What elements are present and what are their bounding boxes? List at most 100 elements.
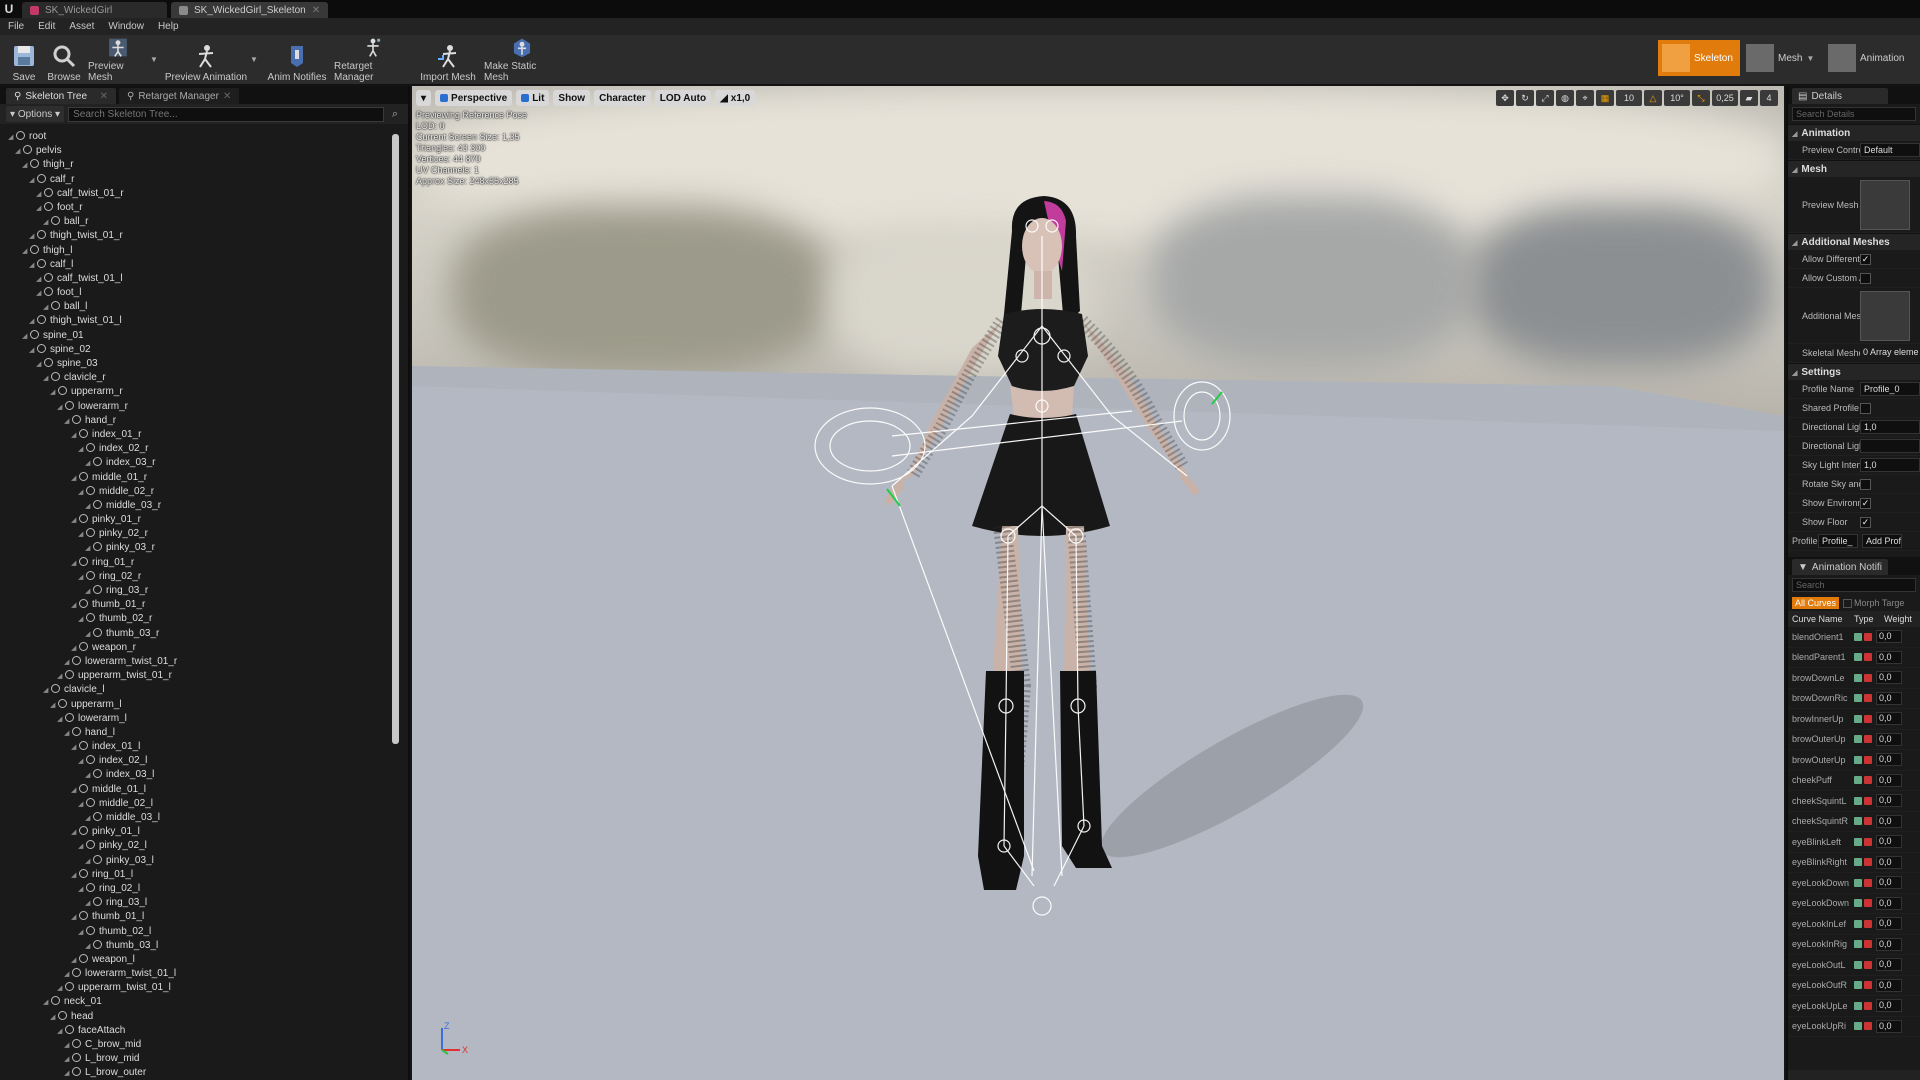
property-value[interactable] — [1860, 439, 1920, 453]
preview-mesh-button[interactable]: Preview Mesh — [88, 37, 148, 83]
curve-row[interactable]: cheekSquintL 0,0 — [1788, 791, 1920, 812]
delete-icon[interactable] — [1864, 755, 1872, 764]
expand-arrow-icon[interactable]: ◢ — [71, 741, 79, 755]
expand-arrow-icon[interactable]: ◢ — [71, 557, 79, 571]
expand-arrow-icon[interactable]: ◢ — [85, 855, 93, 869]
asset-thumbnail[interactable] — [1860, 290, 1910, 341]
delete-icon[interactable] — [1864, 919, 1872, 928]
tree-row-bone[interactable]: ◢ middle_03_r — [0, 499, 398, 513]
browse-button[interactable]: Browse — [46, 37, 82, 83]
expand-arrow-icon[interactable]: ◢ — [78, 926, 86, 940]
tree-row-bone[interactable]: ◢ upperarm_l — [0, 698, 398, 712]
expand-arrow-icon[interactable]: ◢ — [64, 1053, 72, 1067]
expand-arrow-icon[interactable]: ◢ — [57, 1025, 65, 1039]
curve-weight-input[interactable]: 0,0 — [1876, 1019, 1902, 1033]
anim-notifies-button[interactable]: Anim Notifies — [266, 37, 328, 83]
curve-weight-input[interactable]: 0,0 — [1876, 999, 1902, 1013]
delete-icon[interactable] — [1864, 1001, 1872, 1010]
tree-row-bone[interactable]: ◢ calf_twist_01_r — [0, 187, 398, 201]
curve-row[interactable]: blendParent1 0,0 — [1788, 648, 1920, 668]
delete-icon[interactable] — [1864, 653, 1872, 662]
curve-row[interactable]: eyeLookOutL 0,0 — [1788, 955, 1920, 976]
curve-weight-input[interactable]: 0,0 — [1876, 814, 1902, 828]
expand-arrow-icon[interactable]: ◢ — [71, 826, 79, 840]
rotate-icon[interactable]: ↻ — [1516, 90, 1534, 106]
camera-speed-icon[interactable]: ▰ — [1740, 90, 1758, 106]
expand-arrow-icon[interactable]: ◢ — [57, 713, 65, 727]
tree-row-bone[interactable]: ◢ spine_01 — [0, 329, 398, 343]
expand-arrow-icon[interactable]: ◢ — [85, 897, 93, 911]
tree-row-bone[interactable]: ◢ thigh_twist_01_r — [0, 229, 398, 243]
tree-row-bone[interactable]: ◢ L_brow_mid — [0, 1052, 398, 1066]
perspective-button[interactable]: Perspective — [435, 90, 513, 106]
surface-snap-icon[interactable]: ⌖ — [1576, 90, 1594, 106]
expand-arrow-icon[interactable]: ◢ — [43, 684, 51, 698]
tree-row-bone[interactable]: ◢ spine_03 — [0, 357, 398, 371]
tree-row-bone[interactable]: ◢ clavicle_r — [0, 371, 398, 385]
expand-arrow-icon[interactable]: ◢ — [15, 145, 23, 159]
rotation-snap-icon[interactable]: △ — [1644, 90, 1662, 106]
expand-arrow-icon[interactable]: ◢ — [71, 472, 79, 486]
tree-row-bone[interactable]: ◢ thumb_02_r — [0, 612, 398, 626]
tree-row-bone[interactable]: ◢ ring_01_r — [0, 556, 398, 570]
curve-weight-input[interactable]: 0,0 — [1876, 896, 1902, 910]
delete-icon[interactable] — [1864, 673, 1872, 682]
curve-weight-input[interactable]: 0,0 — [1876, 732, 1902, 746]
tree-row-bone[interactable]: ◢ index_02_l — [0, 754, 398, 768]
property-checkbox[interactable]: ✓ — [1860, 253, 1871, 265]
expand-arrow-icon[interactable]: ◢ — [78, 443, 86, 457]
tree-row-bone[interactable]: ◢ middle_01_l — [0, 783, 398, 797]
morph-checkbox[interactable] — [1843, 598, 1853, 608]
scale-snap-icon[interactable]: ⤡ — [1692, 90, 1710, 106]
grid-snap-icon[interactable]: ▦ — [1596, 90, 1614, 106]
tree-row-bone[interactable]: ◢ ball_r — [0, 215, 398, 229]
curve-row[interactable]: eyeLookUpLe 0,0 — [1788, 996, 1920, 1017]
curve-row[interactable]: browInnerUp 0,0 — [1788, 709, 1920, 730]
tree-row-bone[interactable]: ◢ pinky_01_l — [0, 825, 398, 839]
curve-row[interactable]: browOuterUp 0,0 — [1788, 750, 1920, 771]
expand-arrow-icon[interactable]: ◢ — [22, 245, 30, 259]
curve-row[interactable]: cheekPuff 0,0 — [1788, 771, 1920, 791]
tab-anim-notifies[interactable]: ▼ Animation Notifi — [1792, 559, 1888, 575]
tree-row-bone[interactable]: ◢ ball_l — [0, 300, 398, 314]
expand-arrow-icon[interactable]: ◢ — [78, 486, 86, 500]
tree-row-bone[interactable]: ◢ spine_02 — [0, 343, 398, 357]
tree-row-bone[interactable]: ◢ index_01_r — [0, 428, 398, 442]
close-icon[interactable]: ✕ — [100, 91, 108, 102]
property-checkbox[interactable] — [1860, 478, 1871, 490]
expand-arrow-icon[interactable]: ◢ — [71, 429, 79, 443]
expand-arrow-icon[interactable]: ◢ — [29, 174, 37, 188]
expand-arrow-icon[interactable]: ◢ — [36, 202, 44, 216]
translate-icon[interactable]: ✥ — [1496, 90, 1514, 106]
curve-row[interactable]: eyeLookDown 0,0 — [1788, 873, 1920, 894]
expand-arrow-icon[interactable]: ◢ — [71, 911, 79, 925]
curve-row[interactable]: browDownLe 0,0 — [1788, 668, 1920, 689]
expand-arrow-icon[interactable]: ◢ — [78, 571, 86, 585]
expand-arrow-icon[interactable]: ◢ — [85, 457, 93, 471]
tree-row-bone[interactable]: ◢ neck_01 — [0, 995, 398, 1009]
expand-arrow-icon[interactable]: ◢ — [71, 869, 79, 883]
curve-row[interactable]: blendOrient1 0,0 — [1788, 627, 1920, 648]
tree-row-bone[interactable]: ◢ lowerarm_l — [0, 712, 398, 726]
skeleton-mode-button[interactable]: Skeleton — [1658, 40, 1740, 76]
curve-weight-input[interactable]: 0,0 — [1876, 630, 1902, 644]
expand-arrow-icon[interactable]: ◢ — [50, 386, 58, 400]
tree-row-bone[interactable]: ◢ weapon_r — [0, 641, 398, 655]
asset-thumbnail[interactable] — [1860, 179, 1910, 230]
scale-snap-value[interactable]: 0,25 — [1712, 90, 1738, 106]
tree-row-bone[interactable]: ◢ head — [0, 1010, 398, 1024]
chevron-down-icon[interactable]: ▼ — [150, 55, 158, 64]
tree-row-bone[interactable]: ◢ thumb_02_l — [0, 925, 398, 939]
tree-row-bone[interactable]: ◢ pinky_03_r — [0, 541, 398, 555]
rotation-snap-value[interactable]: 10° — [1664, 90, 1690, 106]
expand-arrow-icon[interactable]: ◢ — [8, 131, 16, 145]
expand-arrow-icon[interactable]: ◢ — [36, 273, 44, 287]
expand-arrow-icon[interactable]: ◢ — [78, 840, 86, 854]
expand-arrow-icon[interactable]: ◢ — [85, 500, 93, 514]
tree-row-bone[interactable]: ◢ thumb_03_r — [0, 627, 398, 641]
tree-row-bone[interactable]: ◢ pinky_03_l — [0, 854, 398, 868]
menu-file[interactable]: File — [8, 21, 24, 32]
show-button[interactable]: Show — [553, 90, 591, 106]
curve-weight-input[interactable]: 0,0 — [1876, 917, 1902, 931]
tree-row-bone[interactable]: ◢ middle_02_r — [0, 485, 398, 499]
